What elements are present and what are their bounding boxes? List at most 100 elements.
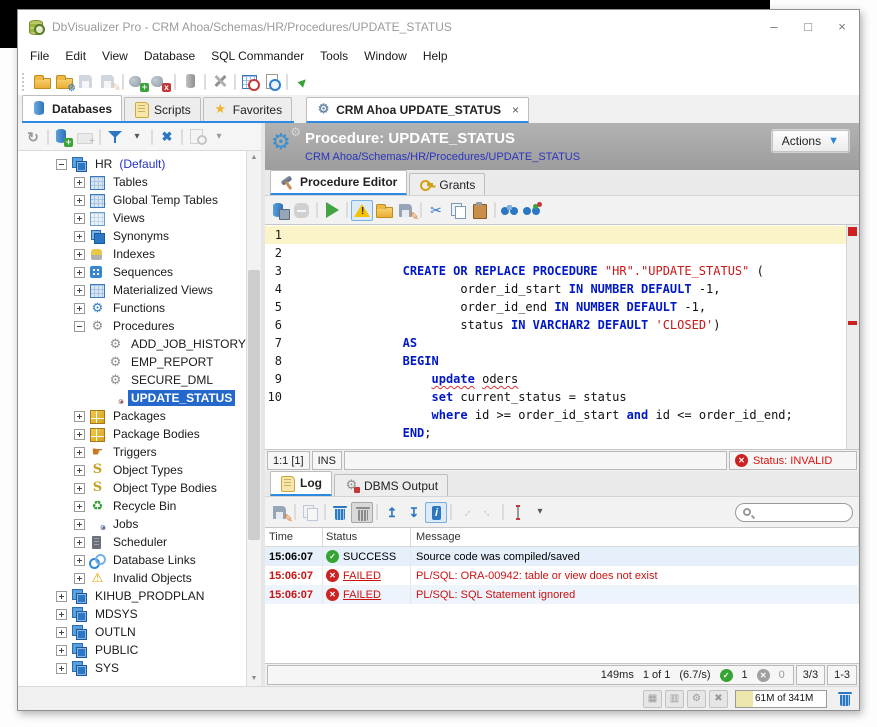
tab-scripts[interactable]: Scripts <box>124 97 201 121</box>
log-row[interactable]: 15:06:07 SUCCESS Source code was compile… <box>265 547 859 566</box>
tree-expander-icon[interactable] <box>74 465 85 476</box>
tree-item-emp-report[interactable]: EMP_REPORT <box>18 353 246 371</box>
tree-expander-icon[interactable] <box>74 213 85 224</box>
scroll-to-top-icon[interactable]: ↥ <box>381 502 403 523</box>
tree-expander-icon[interactable] <box>74 501 85 512</box>
tree-expander-icon[interactable] <box>74 285 85 296</box>
bookmark-arrow-icon[interactable]: ► <box>291 71 313 92</box>
tree-item-triggers[interactable]: Triggers <box>18 443 246 461</box>
execute-icon[interactable] <box>321 200 343 221</box>
copy-icon[interactable] <box>447 200 469 221</box>
tree-expander-icon[interactable] <box>74 573 85 584</box>
load-from-file-icon[interactable] <box>373 200 395 221</box>
cut-icon[interactable]: ✂ <box>425 200 447 221</box>
filter-icon[interactable] <box>104 126 126 147</box>
tree-item-package-bodies[interactable]: ● Package Bodies <box>18 425 246 443</box>
tree-item-procedures[interactable]: Procedures <box>18 317 246 335</box>
tree-expander-icon[interactable] <box>74 177 85 188</box>
log-search-input[interactable] <box>755 506 845 518</box>
tab-log[interactable]: Log <box>270 471 332 496</box>
tree-item-hr[interactable]: HR (Default) <box>18 155 246 173</box>
tree-item-materialized-views[interactable]: Materialized Views <box>18 281 246 299</box>
code-editor[interactable]: 1 CREATE OR REPLACE PROCEDURE "HR"."UPDA… <box>265 224 859 450</box>
tree-expander-icon[interactable] <box>74 483 85 494</box>
preview-icon[interactable] <box>186 126 208 147</box>
tab-procedure-editor[interactable]: Procedure Editor <box>270 170 407 195</box>
tree-expander-icon[interactable] <box>56 627 67 638</box>
table-data-icon[interactable] <box>239 71 261 92</box>
show-details-icon[interactable] <box>425 502 447 523</box>
tree-expander-icon[interactable] <box>74 267 85 278</box>
toolbar-grip[interactable] <box>22 73 27 91</box>
tree-item-views[interactable]: Views <box>18 209 246 227</box>
clear-on-execute-icon[interactable] <box>351 502 373 523</box>
grid-status-icon[interactable]: ▦ <box>643 690 662 708</box>
tree-item-database-links[interactable]: Database Links <box>18 551 246 569</box>
tree-item-object-type-bodies[interactable]: Object Type Bodies <box>18 479 246 497</box>
tree-item-packages[interactable]: Packages <box>18 407 246 425</box>
tree-expander-icon[interactable] <box>56 591 67 602</box>
tree-item-indexes[interactable]: Indexes <box>18 245 246 263</box>
scrollbar-track[interactable] <box>247 165 261 672</box>
close-button[interactable]: × <box>825 10 859 43</box>
export-log-icon[interactable]: ✎ <box>269 502 291 523</box>
errors-status-icon[interactable]: ✖ <box>709 690 728 708</box>
tree-item-mdsys[interactable]: MDSYS <box>18 605 246 623</box>
tree-item-sys[interactable]: SYS <box>18 659 246 677</box>
memory-indicator[interactable]: 61M of 341M <box>735 690 827 708</box>
menu-item[interactable]: File <box>22 46 57 66</box>
tree-expander-icon[interactable] <box>74 537 85 548</box>
history-icon[interactable] <box>261 71 283 92</box>
connect-icon[interactable] <box>127 71 149 92</box>
menu-item[interactable]: Help <box>415 46 456 66</box>
database-connection-icon[interactable] <box>179 71 201 92</box>
menu-item[interactable]: Database <box>136 46 203 66</box>
save-icon[interactable] <box>75 71 97 92</box>
tree-item-secure-dml[interactable]: SECURE_DML <box>18 371 246 389</box>
tree-item-recycle-bin[interactable]: Recycle Bin <box>18 497 246 515</box>
paste-icon[interactable] <box>469 200 491 221</box>
tree-expander-icon[interactable] <box>74 249 85 260</box>
actions-button[interactable]: Actions ▼ <box>772 130 849 152</box>
tree-item-object-types[interactable]: Object Types <box>18 461 246 479</box>
error-stripe[interactable] <box>846 225 859 449</box>
tab-databases[interactable]: Databases <box>22 95 122 121</box>
scroll-down-icon[interactable]: ▼ <box>247 672 261 686</box>
tree-item-tables[interactable]: Tables <box>18 173 246 191</box>
log-row[interactable]: 15:06:07 FAILED PL/SQL: ORA-00942: table… <box>265 566 859 585</box>
scrollbar-thumb[interactable] <box>248 270 260 540</box>
clear-log-icon[interactable] <box>329 502 351 523</box>
tree-scrollbar[interactable]: ▲ ▼ <box>246 151 261 686</box>
column-header-status[interactable]: Status <box>323 528 411 546</box>
connection-status-icon[interactable]: ▥ <box>665 690 684 708</box>
expand-rows-icon[interactable]: ↔ <box>455 502 477 523</box>
menu-item[interactable]: View <box>94 46 136 66</box>
tree-expander-icon[interactable] <box>74 555 85 566</box>
tree-item-add-job-history[interactable]: ADD_JOB_HISTORY <box>18 335 246 353</box>
tab-dbms-output[interactable]: DBMS Output <box>334 474 448 496</box>
tree-item-sequences[interactable]: Sequences <box>18 263 246 281</box>
row-height-icon[interactable] <box>507 502 529 523</box>
tree-expander-icon[interactable] <box>56 663 67 674</box>
tree-expander-icon[interactable] <box>74 303 85 314</box>
tree-expander-icon[interactable] <box>56 645 67 656</box>
minimize-button[interactable]: – <box>757 10 791 43</box>
save-procedure-icon[interactable] <box>269 200 291 221</box>
find-icon[interactable] <box>499 200 521 221</box>
show-warnings-icon[interactable] <box>351 200 373 221</box>
tab-close-icon[interactable]: × <box>512 103 519 117</box>
menu-item[interactable]: Window <box>356 46 415 66</box>
tree-expander-icon[interactable] <box>56 609 67 620</box>
tab-favorites[interactable]: Favorites <box>203 97 292 121</box>
stop-icon[interactable] <box>291 200 313 221</box>
tree-expander-icon[interactable] <box>56 159 67 170</box>
refresh-icon[interactable]: ↻ <box>22 126 44 147</box>
find-replace-icon[interactable] <box>521 200 543 221</box>
preview-caret-icon[interactable]: ▾ <box>208 126 230 147</box>
column-header-message[interactable]: Message <box>411 528 859 546</box>
tree-expander-icon[interactable] <box>74 519 85 530</box>
settings-status-icon[interactable]: ⚙ <box>687 690 706 708</box>
document-tab-crm-ahoa-update-status[interactable]: CRM Ahoa UPDATE_STATUS × <box>306 97 529 123</box>
tree-item-public[interactable]: PUBLIC <box>18 641 246 659</box>
row-height-caret-icon[interactable]: ▾ <box>529 502 551 523</box>
